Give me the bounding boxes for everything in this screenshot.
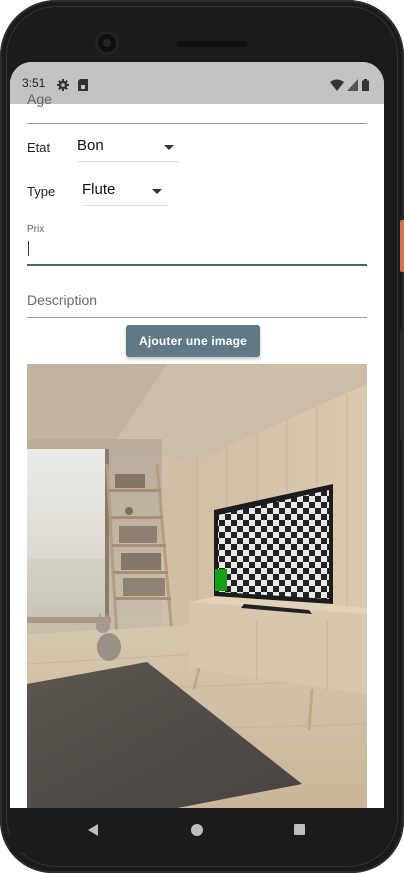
gear-icon (57, 76, 69, 95)
recents-icon[interactable] (294, 824, 305, 835)
type-dropdown[interactable]: Flute (82, 177, 168, 206)
add-image-button[interactable]: Ajouter une image (126, 325, 260, 357)
phone-frame: 3:51 Age Etat Bon Type Flute Prix Descri… (0, 0, 404, 873)
type-selected-value: Flute (82, 181, 116, 198)
etat-dropdown[interactable]: Bon (77, 133, 180, 162)
age-field-label: Age (27, 91, 52, 107)
prix-input[interactable] (27, 236, 367, 266)
navigation-bar (10, 808, 384, 852)
prix-label: Prix (27, 224, 45, 235)
type-label: Type (27, 184, 56, 199)
volume-button[interactable] (400, 330, 404, 440)
form-content: Age Etat Bon Type Flute Prix Ajouter une… (10, 91, 384, 808)
wifi-icon (330, 76, 344, 95)
front-camera (98, 34, 116, 52)
battery-icon (362, 76, 369, 95)
status-bar: 3:51 (10, 62, 384, 104)
age-field-underline (27, 123, 367, 124)
sim-card-icon (78, 76, 88, 95)
status-time: 3:51 (22, 76, 46, 90)
back-icon[interactable] (88, 824, 98, 836)
power-button[interactable] (400, 220, 404, 272)
home-icon[interactable] (191, 824, 203, 836)
description-input[interactable] (27, 283, 367, 318)
earpiece-speaker (176, 41, 248, 47)
chevron-down-icon (152, 189, 162, 194)
etat-selected-value: Bon (77, 137, 104, 154)
image-preview (27, 364, 367, 808)
screen: 3:51 Age Etat Bon Type Flute Prix Descri… (10, 62, 384, 808)
signal-icon (347, 76, 358, 95)
etat-label: Etat (27, 140, 51, 155)
chevron-down-icon (164, 145, 174, 150)
text-cursor (28, 241, 29, 256)
